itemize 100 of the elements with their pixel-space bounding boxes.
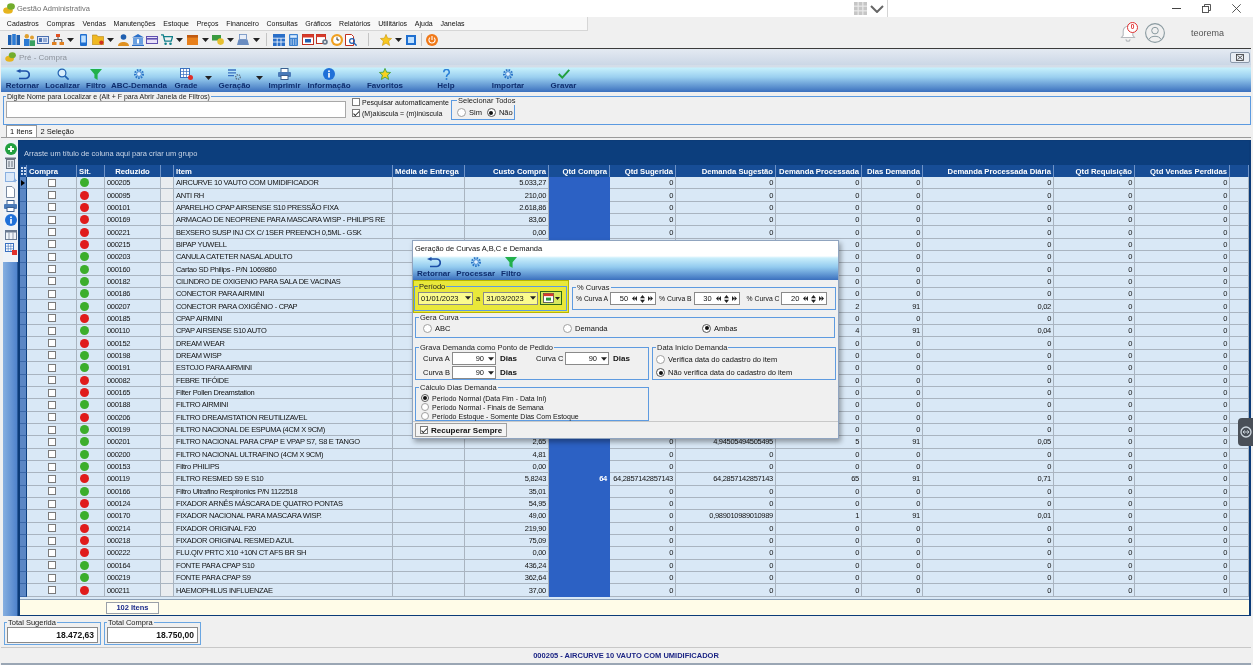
user-name[interactable]: teorema (1190, 27, 1224, 38)
row-header[interactable] (20, 510, 27, 523)
calendar-button[interactable] (540, 291, 563, 305)
row-header[interactable] (20, 288, 27, 301)
row-header[interactable] (20, 473, 27, 486)
search-field[interactable] (6, 101, 346, 118)
row-header[interactable] (20, 300, 27, 313)
radio-button[interactable] (563, 323, 572, 333)
person-icon[interactable] (117, 33, 129, 46)
row-header[interactable] (20, 485, 27, 498)
people-icon[interactable] (22, 33, 35, 46)
row-header[interactable] (20, 214, 27, 227)
row-header[interactable] (20, 423, 27, 437)
checkbox[interactable] (47, 265, 56, 274)
grid-icon[interactable] (4, 243, 17, 256)
id-card-icon[interactable] (37, 35, 50, 44)
checkbox[interactable] (47, 388, 56, 397)
cart-icon[interactable] (160, 34, 173, 45)
trash-icon[interactable] (5, 157, 16, 170)
toolbar-button[interactable]: Retornar (414, 256, 454, 280)
double-right-arrow-icon[interactable] (819, 296, 825, 301)
radio-button[interactable] (656, 368, 665, 377)
close-icon[interactable] (1232, 4, 1241, 13)
row-header[interactable] (20, 584, 27, 597)
checkbox[interactable] (47, 252, 56, 261)
row-header[interactable] (20, 337, 27, 350)
double-right-arrow-icon[interactable] (731, 296, 737, 301)
caret-icon[interactable] (227, 37, 234, 42)
chevron-down-icon[interactable] (870, 4, 884, 13)
checkbox[interactable] (420, 426, 428, 434)
toolbar-button[interactable]: Filtro (498, 256, 525, 280)
toolbar-button[interactable]: Informação (305, 65, 353, 92)
toolbar-button[interactable]: Importar (475, 65, 541, 92)
toolbar-button[interactable]: Geração (213, 65, 256, 92)
row-header[interactable] (20, 189, 27, 202)
calendar-icon[interactable] (301, 34, 314, 45)
checkbox[interactable] (47, 339, 56, 348)
checkbox[interactable] (47, 450, 56, 459)
close-icon[interactable] (1230, 51, 1250, 63)
caret-icon[interactable] (256, 76, 263, 80)
checkbox[interactable] (47, 326, 56, 335)
checkbox[interactable] (47, 363, 56, 372)
row-header[interactable] (20, 226, 27, 239)
user-icon[interactable] (1144, 22, 1165, 43)
row-header[interactable] (20, 238, 27, 252)
checkbox[interactable] (47, 277, 56, 286)
checkbox[interactable] (47, 462, 56, 471)
checkbox[interactable] (47, 487, 56, 496)
checkbox[interactable] (47, 573, 56, 582)
caret-icon[interactable] (67, 37, 74, 42)
add-icon[interactable] (4, 143, 17, 155)
checkbox[interactable] (47, 228, 56, 237)
row-header[interactable] (20, 325, 27, 338)
row-header[interactable] (20, 201, 27, 215)
caret-icon[interactable] (176, 37, 183, 42)
checkbox[interactable] (47, 425, 56, 434)
caret-icon[interactable] (107, 37, 114, 42)
power-icon[interactable] (425, 33, 438, 46)
restore-icon[interactable] (1202, 4, 1211, 13)
radio-button[interactable] (423, 323, 432, 333)
toolbar-button[interactable]: Localizar (44, 65, 81, 92)
toolbar-button[interactable]: Gravar (541, 65, 586, 92)
table-icon[interactable] (4, 229, 17, 240)
toolbar-button[interactable]: Help (417, 65, 475, 92)
checkbox[interactable] (47, 586, 56, 594)
checkbox[interactable] (47, 376, 56, 385)
double-left-arrow-icon[interactable] (632, 296, 638, 301)
checkbox[interactable] (47, 524, 56, 533)
toolbar-button[interactable]: Processar (453, 256, 499, 280)
toolbar-button[interactable]: Retornar (1, 65, 44, 92)
toolbar-button[interactable]: Grade (167, 65, 205, 92)
checkbox[interactable] (47, 240, 56, 249)
checkbox[interactable] (352, 109, 360, 117)
info-icon[interactable] (4, 214, 17, 227)
box-icon[interactable] (186, 34, 198, 45)
toolbar-button[interactable]: ABC-Demanda (111, 65, 167, 92)
double-left-arrow-icon[interactable] (803, 296, 809, 301)
row-header[interactable] (20, 374, 27, 387)
toolbar-button[interactable]: Favoritos (353, 65, 417, 92)
caret-icon[interactable] (205, 76, 212, 80)
caret-icon[interactable] (201, 37, 209, 42)
row-header[interactable] (20, 275, 27, 289)
calendar-icon[interactable] (316, 34, 329, 45)
toolbar-button[interactable]: Filtro (81, 65, 111, 92)
row-header[interactable] (20, 572, 27, 585)
row-header[interactable] (20, 349, 27, 363)
org-chart-icon[interactable] (51, 34, 64, 45)
up-down-arrow-icon[interactable] (640, 294, 646, 303)
checkbox[interactable] (47, 474, 56, 483)
checkbox[interactable] (47, 203, 56, 212)
up-down-arrow-icon[interactable] (811, 294, 817, 303)
checkbox[interactable] (47, 191, 56, 199)
checkbox[interactable] (47, 437, 56, 446)
checkbox[interactable] (47, 314, 56, 323)
card-icon[interactable] (146, 35, 159, 44)
star-icon[interactable] (379, 33, 392, 46)
row-header[interactable] (20, 251, 27, 264)
checkbox[interactable] (47, 511, 56, 520)
up-down-arrow-icon[interactable] (723, 294, 729, 303)
radio-button[interactable] (486, 108, 496, 117)
